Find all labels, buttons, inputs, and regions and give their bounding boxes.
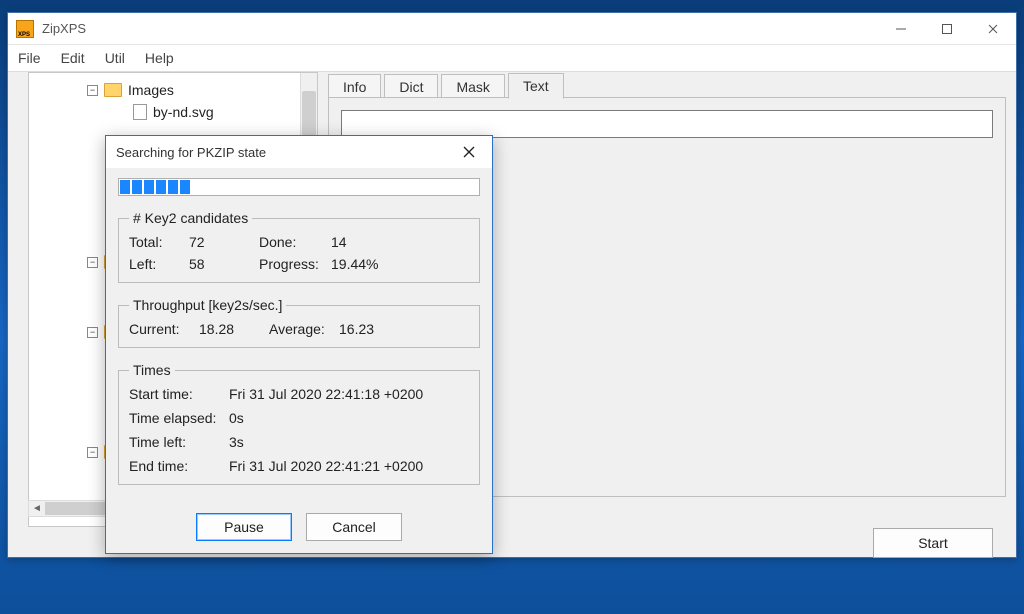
- maximize-button[interactable]: [924, 13, 970, 45]
- titlebar[interactable]: ZipXPS: [8, 13, 1016, 45]
- tab-info[interactable]: Info: [328, 74, 381, 99]
- tree-row-file[interactable]: by-nd.svg: [31, 101, 315, 123]
- dialog-titlebar[interactable]: Searching for PKZIP state: [106, 136, 492, 168]
- menu-file[interactable]: File: [18, 50, 41, 66]
- average-label: Average:: [269, 321, 339, 337]
- elapsed-value: 0s: [229, 410, 469, 426]
- current-value: 18.28: [199, 321, 269, 337]
- menu-help[interactable]: Help: [145, 50, 174, 66]
- tab-text[interactable]: Text: [508, 73, 564, 99]
- file-icon: [133, 104, 147, 120]
- progress-bar: [118, 178, 480, 196]
- app-title: ZipXPS: [42, 21, 86, 36]
- total-label: Total:: [129, 234, 189, 250]
- timeleft-value: 3s: [229, 434, 469, 450]
- menubar: File Edit Util Help: [8, 45, 1016, 71]
- done-label: Done:: [259, 234, 331, 250]
- left-label: Left:: [129, 256, 189, 272]
- scroll-thumb[interactable]: [45, 502, 105, 515]
- start-button[interactable]: Start: [873, 528, 993, 558]
- times-group: Times Start time: Fri 31 Jul 2020 22:41:…: [118, 362, 480, 485]
- text-input[interactable]: [341, 110, 993, 138]
- tree-label: Images: [128, 82, 174, 98]
- cancel-button[interactable]: Cancel: [306, 513, 402, 541]
- throughput-group: Throughput [key2s/sec.] Current: 18.28 A…: [118, 297, 480, 348]
- done-value: 14: [331, 234, 469, 250]
- progress-value: 19.44%: [331, 256, 469, 272]
- dialog-title: Searching for PKZIP state: [116, 145, 266, 160]
- progress-label: Progress:: [259, 256, 331, 272]
- dialog-close-button[interactable]: [454, 138, 484, 166]
- tree-label: by-nd.svg: [153, 104, 214, 120]
- scroll-left-icon[interactable]: ◄: [29, 501, 45, 516]
- average-value: 16.23: [339, 321, 469, 337]
- folder-icon: [104, 83, 122, 97]
- collapse-icon[interactable]: −: [87, 257, 98, 268]
- tab-mask[interactable]: Mask: [441, 74, 504, 99]
- key2-legend: # Key2 candidates: [129, 210, 252, 226]
- left-value: 58: [189, 256, 259, 272]
- end-time-label: End time:: [129, 458, 229, 474]
- close-button[interactable]: [970, 13, 1016, 45]
- throughput-legend: Throughput [key2s/sec.]: [129, 297, 286, 313]
- elapsed-label: Time elapsed:: [129, 410, 229, 426]
- start-time-value: Fri 31 Jul 2020 22:41:18 +0200: [229, 386, 469, 402]
- pause-button[interactable]: Pause: [196, 513, 292, 541]
- collapse-icon[interactable]: −: [87, 447, 98, 458]
- end-time-value: Fri 31 Jul 2020 22:41:21 +0200: [229, 458, 469, 474]
- tree-row-folder[interactable]: − Images: [31, 79, 315, 101]
- timeleft-label: Time left:: [129, 434, 229, 450]
- app-icon: [16, 20, 34, 38]
- tab-strip: Info Dict Mask Text: [328, 72, 1006, 98]
- menu-edit[interactable]: Edit: [61, 50, 85, 66]
- minimize-button[interactable]: [878, 13, 924, 45]
- current-label: Current:: [129, 321, 199, 337]
- key2-group: # Key2 candidates Total: 72 Done: 14 Lef…: [118, 210, 480, 283]
- start-time-label: Start time:: [129, 386, 229, 402]
- total-value: 72: [189, 234, 259, 250]
- collapse-icon[interactable]: −: [87, 327, 98, 338]
- collapse-icon[interactable]: −: [87, 85, 98, 96]
- menu-util[interactable]: Util: [105, 50, 125, 66]
- times-legend: Times: [129, 362, 175, 378]
- tab-dict[interactable]: Dict: [384, 74, 438, 99]
- progress-dialog: Searching for PKZIP state # Key2 candida…: [105, 135, 493, 554]
